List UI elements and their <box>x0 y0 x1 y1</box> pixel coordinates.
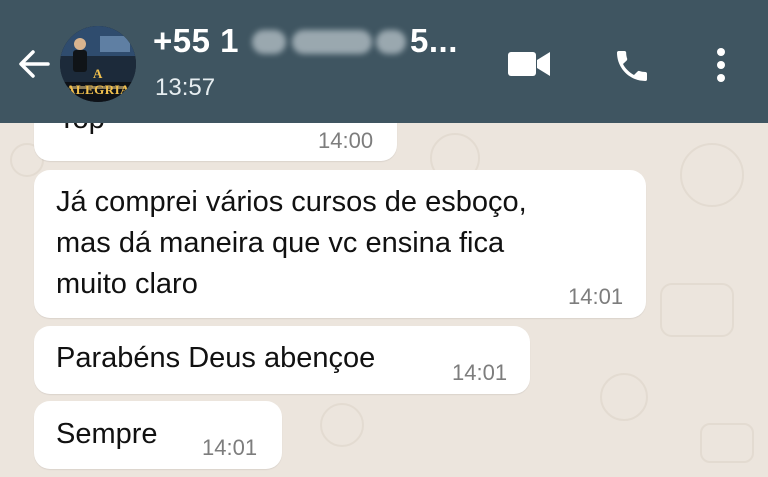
message-time: 14:01 <box>568 284 624 309</box>
message-text: Sempre <box>56 418 158 450</box>
redacted-digits-2 <box>292 30 372 54</box>
message-time: 14:01 <box>452 360 508 385</box>
contact-name-end[interactable]: 5... <box>410 22 458 60</box>
avatar-logo-text: A ALEGRIA <box>65 66 131 97</box>
chat-area[interactable]: Top 14:00 Já comprei vários cursos de es… <box>0 123 768 477</box>
wallpaper-doodle <box>600 373 648 421</box>
message-bubble[interactable]: Parabéns Deus abençoe 14:01 <box>34 326 530 394</box>
wallpaper-doodle <box>700 423 754 463</box>
back-button[interactable] <box>14 44 54 84</box>
more-vertical-icon <box>717 48 725 82</box>
contact-name-prefix: +55 1 <box>153 22 239 59</box>
voice-call-button[interactable] <box>612 46 652 82</box>
message-text: Top <box>58 123 105 139</box>
wallpaper-doodle <box>680 143 744 207</box>
redacted-digits-3 <box>376 30 406 54</box>
message-text: Parabéns Deus abençoe <box>56 342 376 374</box>
message-time: 14:01 <box>202 435 258 460</box>
contact-name[interactable]: +55 1 <box>153 22 239 60</box>
wallpaper-doodle <box>320 403 364 447</box>
redacted-digits-1 <box>252 30 286 54</box>
video-call-button[interactable] <box>506 46 552 82</box>
last-seen-status: 13:57 <box>155 74 216 101</box>
menu-button[interactable] <box>710 46 732 82</box>
contact-name-suffix: 5... <box>410 22 458 59</box>
phone-icon <box>617 51 647 81</box>
message-text-line: mas dá maneira que vc ensina fica <box>56 227 505 259</box>
message-bubble[interactable]: Top 14:00 <box>34 123 397 161</box>
avatar[interactable]: A ALEGRIA <box>60 26 136 102</box>
message-bubble[interactable]: Já comprei vários cursos de esboço, mas … <box>34 170 646 318</box>
arrow-left-icon <box>19 50 50 78</box>
message-time: 14:00 <box>318 128 374 153</box>
message-bubble[interactable]: Sempre 14:01 <box>34 401 282 469</box>
message-text-line: Já comprei vários cursos de esboço, <box>56 186 527 218</box>
chat-header: A ALEGRIA +55 1 5... 13:57 <box>0 0 768 123</box>
video-call-icon <box>508 52 550 76</box>
message-text-line: muito claro <box>56 268 198 300</box>
wallpaper-doodle <box>660 283 734 337</box>
